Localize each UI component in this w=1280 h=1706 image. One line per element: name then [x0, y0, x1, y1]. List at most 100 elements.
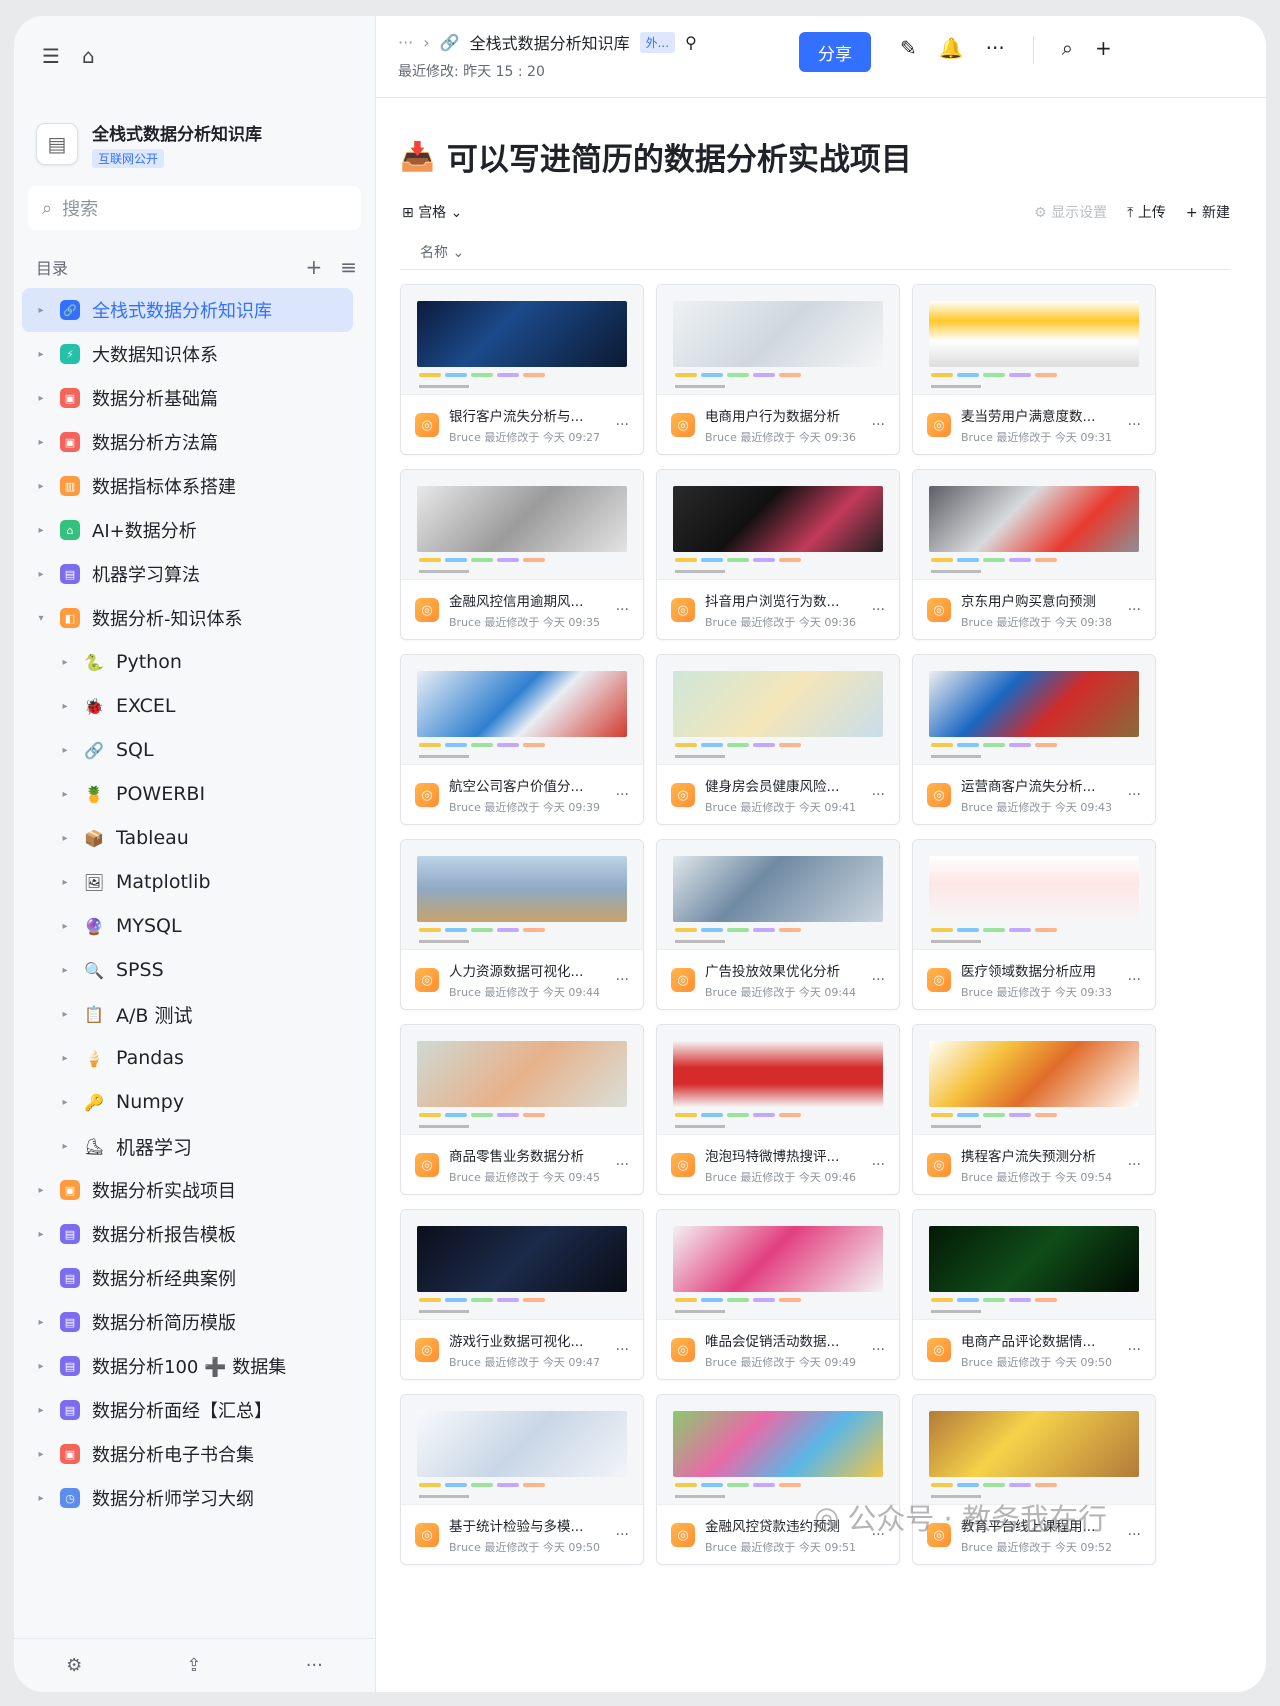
document-card[interactable]: ◎ 教育平台线上课程用... Bruce 最近修改于 今天 09:52 ···: [912, 1394, 1156, 1565]
sidebar-item[interactable]: ▸ ▥ 数据指标体系搭建: [14, 464, 375, 508]
sidebar-item[interactable]: ▸ 🔮 MYSQL: [14, 904, 375, 948]
sidebar-item[interactable]: ▸ 📋 A/B 测试: [14, 992, 375, 1036]
collapse-sidebar-icon[interactable]: ☰: [42, 44, 60, 68]
more-icon[interactable]: ···: [616, 602, 629, 618]
display-settings-button[interactable]: ⚙ 显示设置: [1034, 202, 1107, 222]
sidebar-item[interactable]: ▸ 🔑 Numpy: [14, 1080, 375, 1124]
settings-icon[interactable]: ⚙: [66, 1655, 82, 1676]
home-icon[interactable]: ⌂: [82, 44, 95, 68]
more-icon[interactable]: ···: [872, 1157, 885, 1173]
add-icon[interactable]: +: [1095, 36, 1112, 64]
edit-icon[interactable]: ✎: [900, 36, 917, 64]
document-card[interactable]: ◎ 金融风控信用逾期风... Bruce 最近修改于 今天 09:35 ···: [400, 469, 644, 640]
sidebar-item[interactable]: ▸ 🐞 EXCEL: [14, 684, 375, 728]
more-icon[interactable]: ···: [1128, 972, 1141, 988]
knowledge-base-header[interactable]: ▤ 全栈式数据分析知识库 互联网公开: [14, 96, 375, 172]
document-card[interactable]: ◎ 金融风控贷款违约预测 Bruce 最近修改于 今天 09:51 ···: [656, 1394, 900, 1565]
document-card[interactable]: ◎ 京东用户购买意向预测 Bruce 最近修改于 今天 09:38 ···: [912, 469, 1156, 640]
document-card[interactable]: ◎ 唯品会促销活动数据... Bruce 最近修改于 今天 09:49 ···: [656, 1209, 900, 1380]
document-card[interactable]: ◎ 电商用户行为数据分析 Bruce 最近修改于 今天 09:36 ···: [656, 284, 900, 455]
document-card[interactable]: ◎ 健身房会员健康风险... Bruce 最近修改于 今天 09:41 ···: [656, 654, 900, 825]
document-card[interactable]: ◎ 商品零售业务数据分析 Bruce 最近修改于 今天 09:45 ···: [400, 1024, 644, 1195]
caret-right-icon[interactable]: ▸: [34, 1229, 48, 1240]
sidebar-item[interactable]: ▸ ▣ 数据分析方法篇: [14, 420, 375, 464]
document-card[interactable]: ◎ 运营商客户流失分析... Bruce 最近修改于 今天 09:43 ···: [912, 654, 1156, 825]
sidebar-item[interactable]: ▤ 数据分析经典案例: [14, 1256, 375, 1300]
sidebar-item[interactable]: ▸ ⌂ AI+数据分析: [14, 508, 375, 552]
more-icon[interactable]: ···: [1128, 1527, 1141, 1543]
caret-right-icon[interactable]: ▸: [34, 1493, 48, 1504]
document-card[interactable]: ◎ 电商产品评论数据情... Bruce 最近修改于 今天 09:50 ···: [912, 1209, 1156, 1380]
more-icon[interactable]: ···: [616, 1342, 629, 1358]
caret-right-icon[interactable]: ▸: [34, 349, 48, 360]
caret-right-icon[interactable]: ▸: [34, 1361, 48, 1372]
caret-right-icon[interactable]: ▸: [58, 745, 72, 756]
sidebar-item[interactable]: ▸ 🖼 Matplotlib: [14, 860, 375, 904]
sidebar-item[interactable]: ▸ ▤ 数据分析简历模版: [14, 1300, 375, 1344]
caret-right-icon[interactable]: ▸: [34, 569, 48, 580]
list-options-icon[interactable]: ≡: [340, 255, 357, 279]
caret-right-icon[interactable]: ▸: [58, 1141, 72, 1152]
share-button[interactable]: 分享: [799, 32, 871, 72]
sidebar-item[interactable]: ▾ ◧ 数据分析-知识体系: [14, 596, 375, 640]
sidebar-item[interactable]: ▸ ▤ 数据分析报告模板: [14, 1212, 375, 1256]
caret-right-icon[interactable]: ▸: [34, 1449, 48, 1460]
upload-button[interactable]: ⤒ 上传: [1127, 202, 1166, 222]
sidebar-item[interactable]: ▸ 🐍 Python: [14, 640, 375, 684]
add-icon[interactable]: +: [305, 255, 322, 279]
more-icon[interactable]: ···: [1128, 787, 1141, 803]
search-input[interactable]: ⌕ 搜索: [28, 186, 361, 230]
more-icon[interactable]: ···: [616, 417, 629, 433]
search-icon[interactable]: ⌕: [1062, 36, 1073, 64]
caret-right-icon[interactable]: ▸: [58, 833, 72, 844]
more-icon[interactable]: ···: [616, 787, 629, 803]
new-button[interactable]: + 新建: [1186, 202, 1230, 222]
caret-right-icon[interactable]: ▸: [58, 1009, 72, 1020]
sidebar-item[interactable]: ▸ ◷ 数据分析师学习大纲: [14, 1476, 375, 1520]
sidebar-item[interactable]: ▸ ⛸ 机器学习: [14, 1124, 375, 1168]
caret-right-icon[interactable]: ▸: [34, 481, 48, 492]
document-card[interactable]: ◎ 泡泡玛特微博热搜评... Bruce 最近修改于 今天 09:46 ···: [656, 1024, 900, 1195]
document-card[interactable]: ◎ 抖音用户浏览行为数... Bruce 最近修改于 今天 09:36 ···: [656, 469, 900, 640]
view-switch[interactable]: ⊞ 宫格 ⌄: [402, 202, 462, 222]
sidebar-item[interactable]: ▸ 🔗 SQL: [14, 728, 375, 772]
caret-right-icon[interactable]: ▸: [58, 701, 72, 712]
caret-right-icon[interactable]: ▸: [34, 525, 48, 536]
caret-right-icon[interactable]: ▸: [58, 921, 72, 932]
more-icon[interactable]: ···: [616, 1527, 629, 1543]
sort-by-name[interactable]: 名称 ⌄: [420, 245, 464, 261]
caret-right-icon[interactable]: ▸: [34, 1317, 48, 1328]
caret-right-icon[interactable]: ▸: [34, 305, 48, 316]
more-icon[interactable]: ···: [872, 602, 885, 618]
sidebar-item[interactable]: ▸ 🍍 POWERBI: [14, 772, 375, 816]
document-card[interactable]: ◎ 银行客户流失分析与... Bruce 最近修改于 今天 09:27 ···: [400, 284, 644, 455]
caret-right-icon[interactable]: ▸: [58, 1097, 72, 1108]
sidebar-item[interactable]: ▸ ▤ 数据分析面经【汇总】: [14, 1388, 375, 1432]
more-icon[interactable]: ···: [1128, 1157, 1141, 1173]
caret-right-icon[interactable]: ▸: [34, 1185, 48, 1196]
more-icon[interactable]: ···: [872, 1342, 885, 1358]
more-icon[interactable]: ···: [1128, 417, 1141, 433]
sidebar-item[interactable]: ▸ ▤ 机器学习算法: [14, 552, 375, 596]
more-icon[interactable]: ···: [872, 972, 885, 988]
document-card[interactable]: ◎ 广告投放效果优化分析 Bruce 最近修改于 今天 09:44 ···: [656, 839, 900, 1010]
more-icon[interactable]: ···: [872, 417, 885, 433]
sidebar-item[interactable]: ▸ 📦 Tableau: [14, 816, 375, 860]
more-icon[interactable]: ···: [1128, 602, 1141, 618]
document-card[interactable]: ◎ 麦当劳用户满意度数... Bruce 最近修改于 今天 09:31 ···: [912, 284, 1156, 455]
caret-right-icon[interactable]: ▸: [58, 877, 72, 888]
caret-right-icon[interactable]: ▸: [58, 789, 72, 800]
breadcrumb-more[interactable]: ···: [398, 33, 413, 52]
caret-right-icon[interactable]: ▸: [58, 965, 72, 976]
share-out-icon[interactable]: ⇪: [186, 1655, 201, 1676]
more-icon[interactable]: ···: [616, 1157, 629, 1173]
pin-icon[interactable]: ⚲: [685, 33, 697, 52]
breadcrumb-kb-title[interactable]: 全栈式数据分析知识库: [470, 30, 630, 54]
caret-right-icon[interactable]: ▸: [58, 657, 72, 668]
document-card[interactable]: ◎ 游戏行业数据可视化... Bruce 最近修改于 今天 09:47 ···: [400, 1209, 644, 1380]
sidebar-item[interactable]: ▸ ▣ 数据分析实战项目: [14, 1168, 375, 1212]
more-icon[interactable]: ···: [616, 972, 629, 988]
caret-down-icon[interactable]: ▾: [34, 613, 48, 624]
sidebar-item[interactable]: ▸ 🔍 SPSS: [14, 948, 375, 992]
sidebar-item[interactable]: ▸ 🍦 Pandas: [14, 1036, 375, 1080]
